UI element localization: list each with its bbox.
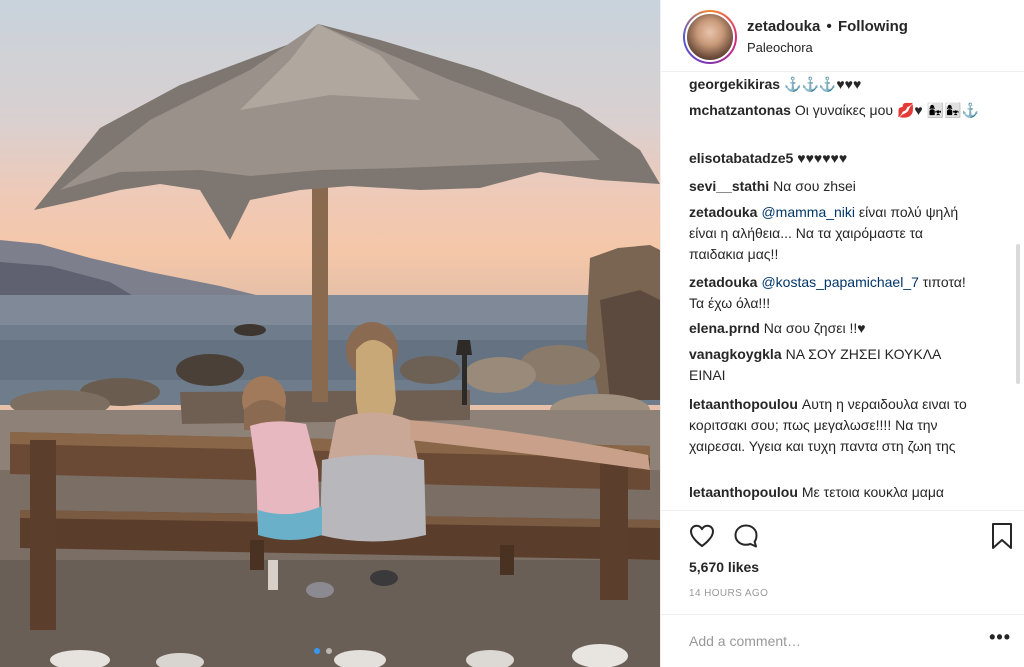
header-separator: • bbox=[826, 18, 832, 35]
carousel-dot[interactable] bbox=[326, 648, 332, 654]
header-username[interactable]: zetadouka bbox=[747, 18, 820, 35]
comment-username[interactable]: letaanthopoulou bbox=[689, 396, 798, 412]
comments-list[interactable]: georgekikiras ⚓⚓⚓♥♥♥ mchatzantonas Οι γυνα… bbox=[661, 72, 1024, 510]
post-side-panel: zetadouka • Following Paleochora georgek… bbox=[660, 0, 1024, 667]
comment-item: vanagkoygkla ΝΑ ΣΟΥ ΖΗΣΕΙ ΚΟΥΚΛΑ ΕΙΝΑΙ bbox=[689, 344, 979, 386]
follow-status-button[interactable]: Following bbox=[838, 18, 908, 35]
comment-username[interactable]: zetadouka bbox=[689, 204, 757, 220]
avatar[interactable] bbox=[683, 10, 737, 64]
comment-item: elisotabatadze5 ♥♥♥♥♥♥ bbox=[689, 148, 979, 169]
beach-scene-illustration bbox=[0, 24, 660, 667]
comment-button[interactable] bbox=[731, 521, 761, 551]
heart-icon bbox=[690, 524, 714, 547]
comment-text: Οι γυναίκες μου 💋♥ 👩‍👧👩‍👧⚓ bbox=[794, 102, 979, 118]
comment-mention[interactable]: @kostas_papamichael_7 bbox=[761, 274, 918, 290]
comment-item: letaanthopoulou Αυτη η νεραιδουλα ειναι τ… bbox=[689, 394, 979, 457]
carousel-indicator[interactable] bbox=[314, 648, 332, 654]
carousel-dot-active[interactable] bbox=[314, 648, 320, 654]
comment-username[interactable]: vanagkoygkla bbox=[689, 346, 782, 362]
comment-item: elena.prnd Να σου ζησει !!♥ bbox=[689, 318, 979, 339]
save-button[interactable] bbox=[987, 521, 1017, 551]
comment-text: ♥♥♥♥♥♥ bbox=[797, 150, 848, 166]
comments-scrollbar[interactable] bbox=[1016, 244, 1020, 384]
comment-item: georgekikiras ⚓⚓⚓♥♥♥ bbox=[689, 74, 979, 95]
comment-username[interactable]: mchatzantonas bbox=[689, 102, 791, 118]
comment-username[interactable]: letaanthopoulou bbox=[689, 484, 798, 500]
comment-item: letaanthopoulou Με τετοια κουκλα μαμα bbox=[689, 482, 979, 503]
comment-text: Με τετοια κουκλα μαμα bbox=[801, 484, 945, 500]
header-user-line: zetadouka • Following bbox=[747, 18, 908, 35]
comment-item: sevi__stathi Να σου zhsei bbox=[689, 176, 979, 197]
post-timestamp[interactable]: 14 HOURS AGO bbox=[689, 588, 768, 599]
post-actions: 5,670 likes 14 HOURS AGO bbox=[661, 510, 1024, 614]
instagram-post: zetadouka • Following Paleochora georgek… bbox=[0, 0, 1024, 667]
likes-count[interactable]: 5,670 likes bbox=[689, 559, 759, 575]
post-header: zetadouka • Following Paleochora bbox=[661, 0, 1024, 72]
avatar-image bbox=[685, 12, 735, 62]
comment-item: zetadouka @kostas_papamichael_7 τιποτα! Τ… bbox=[689, 272, 979, 314]
comment-text: Να σου ζησει !!♥ bbox=[763, 320, 866, 336]
comment-item: zetadouka @mamma_niki είναι πολύ ψηλή είν… bbox=[689, 202, 979, 265]
comment-username[interactable]: georgekikiras bbox=[689, 76, 780, 92]
comment-username[interactable]: sevi__stathi bbox=[689, 178, 769, 194]
bookmark-icon bbox=[992, 523, 1012, 549]
comment-username[interactable]: zetadouka bbox=[689, 274, 757, 290]
add-comment-bar: ••• bbox=[661, 614, 1024, 667]
add-comment-input[interactable] bbox=[689, 629, 979, 653]
header-location[interactable]: Paleochora bbox=[747, 40, 813, 55]
ellipsis-icon[interactable]: ••• bbox=[989, 627, 1011, 648]
comment-text: ⚓⚓⚓♥♥♥ bbox=[784, 76, 862, 92]
comment-text: Να σου zhsei bbox=[773, 178, 856, 194]
comment-username[interactable]: elisotabatadze5 bbox=[689, 150, 793, 166]
speech-bubble-icon bbox=[734, 524, 758, 548]
post-photo[interactable] bbox=[0, 0, 660, 667]
comment-item: mchatzantonas Οι γυναίκες μου 💋♥ 👩‍👧👩‍👧⚓ bbox=[689, 100, 979, 121]
like-button[interactable] bbox=[687, 521, 717, 551]
comment-mention[interactable]: @mamma_niki bbox=[761, 204, 855, 220]
comment-username[interactable]: elena.prnd bbox=[689, 320, 760, 336]
